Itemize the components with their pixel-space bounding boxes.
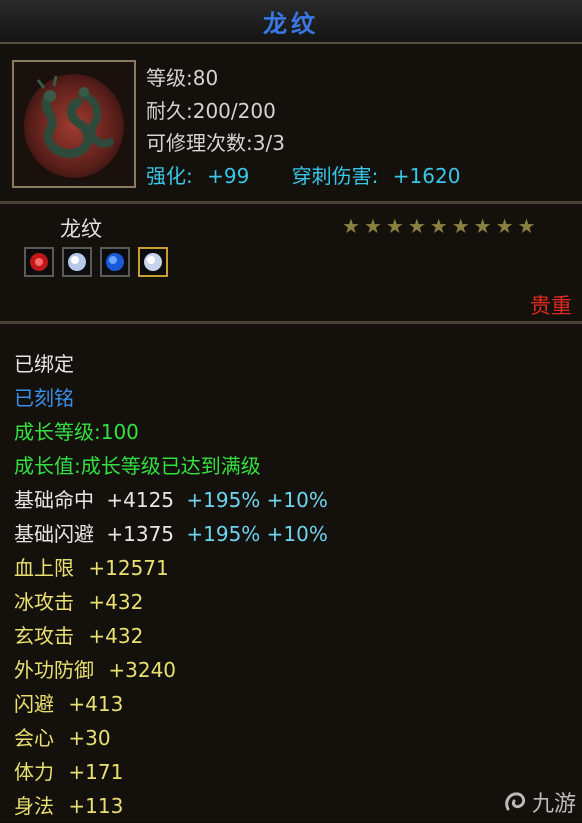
enhance-label: 强化: <box>146 164 193 188</box>
attr-hp: 血上限 +12571 <box>14 556 169 580</box>
white-gem-icon <box>144 253 162 271</box>
quality-label: 贵重 <box>530 294 572 318</box>
star-icon: ★ <box>517 214 536 238</box>
enhance-stat: 强化: +99 穿刺伤害: +1620 <box>146 160 460 189</box>
item-icon-frame <box>12 60 136 188</box>
attr-crit: 会心 +30 <box>14 726 111 750</box>
attr-base-dodge: 基础闪避 +1375 +195% +10% <box>14 522 328 546</box>
star-icon: ★ <box>495 214 514 238</box>
star-rating: ★ ★ ★ ★ ★ ★ ★ ★ ★ <box>342 216 535 236</box>
attr-ice-attack: 冰攻击 +432 <box>14 590 144 614</box>
star-icon: ★ <box>473 214 492 238</box>
level-stat: 等级:80 <box>146 66 219 90</box>
enhance-value: +99 <box>207 164 250 188</box>
growth-value: 成长值:成长等级已达到满级 <box>14 454 261 478</box>
star-icon: ★ <box>407 214 426 238</box>
attr-defense: 外功防御 +3240 <box>14 658 177 682</box>
gem-slot-white[interactable] <box>62 247 92 277</box>
gem-slot-white-selected[interactable] <box>138 247 168 277</box>
title-bar: 龙纹 <box>0 0 582 44</box>
star-icon: ★ <box>363 214 382 238</box>
divider-top <box>0 201 582 204</box>
dragon-emblem-icon <box>20 68 128 180</box>
attr-agility: 身法 +113 <box>14 794 124 818</box>
attr-dodge: 闪避 +413 <box>14 692 124 716</box>
engraved-status: 已刻铭 <box>14 386 74 410</box>
gem-slot-red[interactable] <box>24 247 54 277</box>
bound-status: 已绑定 <box>14 352 74 376</box>
gem-slots <box>24 247 168 277</box>
item-title: 龙纹 <box>263 9 319 38</box>
blue-gem-icon <box>106 253 124 271</box>
pierce-value: +1620 <box>392 164 461 188</box>
nine-game-logo-icon <box>505 792 526 811</box>
gem-slot-blue[interactable] <box>100 247 130 277</box>
growth-level: 成长等级:100 <box>14 420 139 444</box>
watermark: 九游 <box>502 786 576 818</box>
repair-count-stat: 可修理次数:3/3 <box>146 131 285 155</box>
item-tooltip: 龙纹 等级:80 耐久:200/200 可修理次数:3/3 强化: +99 穿刺… <box>0 0 582 822</box>
star-icon: ★ <box>429 214 448 238</box>
white-gem-icon <box>68 253 86 271</box>
pierce-label: 穿刺伤害: <box>291 164 379 188</box>
divider-bottom <box>0 321 582 324</box>
red-gem-icon <box>30 253 48 271</box>
attr-base-hit: 基础命中 +4125 +195% +10% <box>14 488 328 512</box>
item-name: 龙纹 <box>60 217 102 241</box>
durability-stat: 耐久:200/200 <box>146 99 276 123</box>
attr-stamina: 体力 +171 <box>14 760 124 784</box>
star-icon: ★ <box>385 214 404 238</box>
attr-xuan-attack: 玄攻击 +432 <box>14 624 144 648</box>
attribute-list: 已绑定 已刻铭 成长等级:100 成长值:成长等级已达到满级 基础命中 +412… <box>14 347 328 823</box>
star-icon: ★ <box>451 214 470 238</box>
star-icon: ★ <box>342 214 360 238</box>
